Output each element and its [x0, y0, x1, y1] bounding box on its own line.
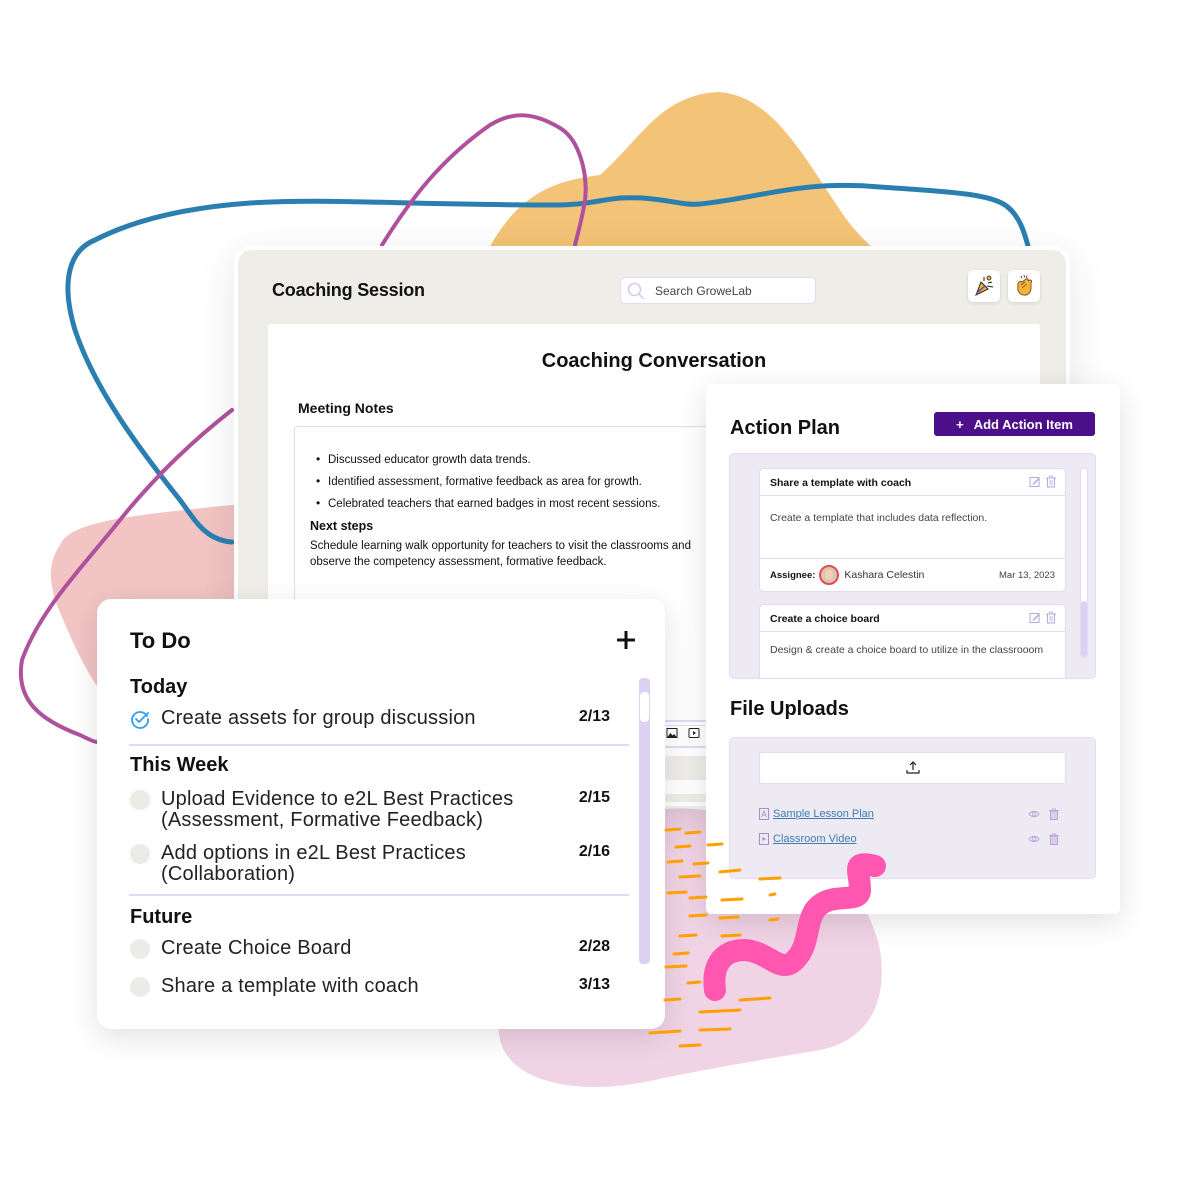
- checkbox[interactable]: [130, 977, 150, 997]
- conversation-title: Coaching Conversation: [541, 350, 767, 372]
- delete-icon[interactable]: [1048, 833, 1060, 845]
- todo-scrollbar[interactable]: [639, 678, 650, 964]
- session-title: Coaching Session: [272, 280, 425, 300]
- add-action-item-button[interactable]: + Add Action Item: [934, 412, 1095, 436]
- add-todo-button[interactable]: [611, 626, 641, 656]
- checkbox[interactable]: [130, 939, 150, 959]
- search-icon: [627, 282, 645, 299]
- notes-list: Discussed educator growth data trends. I…: [313, 448, 660, 515]
- section-today: Today: [130, 676, 188, 698]
- todo-item[interactable]: Add options in e2L Best Practices (Colla…: [130, 843, 610, 885]
- delete-icon[interactable]: [1045, 611, 1057, 624]
- todo-text: Share a template with coach: [161, 975, 419, 997]
- section-future: Future: [130, 906, 193, 928]
- note-item: Identified assessment, formative feedbac…: [313, 470, 660, 493]
- avatar: [819, 565, 840, 585]
- action-item-card[interactable]: Share a template with coach Create a tem…: [759, 468, 1066, 592]
- scrollbar-thumb[interactable]: [640, 692, 649, 722]
- todo-text: Create Choice Board: [161, 937, 352, 959]
- todo-item[interactable]: Create assets for group discussion 2/13: [130, 708, 610, 729]
- delete-icon[interactable]: [1048, 808, 1060, 820]
- clapping-hands-icon: [1017, 274, 1033, 296]
- scrollbar-thumb[interactable]: [1081, 600, 1087, 657]
- applause-button[interactable]: [1008, 270, 1040, 302]
- plus-icon: [617, 630, 635, 649]
- celebrate-button[interactable]: [968, 270, 1000, 302]
- action-items-list: Share a template with coach Create a tem…: [729, 453, 1096, 679]
- video-file-icon: [759, 833, 769, 845]
- assignee-label: Assignee:: [770, 569, 816, 581]
- view-icon[interactable]: [1028, 833, 1040, 845]
- action-plan-panel: Action Plan + Add Action Item Share a te…: [706, 384, 1120, 914]
- next-steps-label: Next steps: [310, 519, 374, 533]
- edit-icon[interactable]: [1029, 611, 1041, 624]
- edit-icon[interactable]: [1029, 475, 1041, 488]
- action-item-card[interactable]: Create a choice board Design & create a …: [759, 604, 1066, 678]
- add-action-item-label: Add Action Item: [973, 416, 1073, 432]
- upload-icon: [905, 761, 920, 774]
- meeting-notes-label: Meeting Notes: [298, 400, 394, 416]
- check-circle-icon: [131, 711, 149, 729]
- todo-item[interactable]: Create Choice Board 2/28: [130, 938, 610, 959]
- note-item: Discussed educator growth data trends.: [313, 448, 660, 471]
- todo-text: Upload Evidence to e2L Best Practices (A…: [161, 788, 514, 831]
- action-list-scrollbar[interactable]: [1080, 468, 1088, 658]
- section-divider: [129, 894, 629, 896]
- action-item-description: Design & create a choice board to utiliz…: [770, 644, 1044, 656]
- todo-date: 3/13: [578, 976, 610, 993]
- section-divider: [129, 744, 629, 746]
- search-placeholder: Search GroweLab: [655, 283, 752, 298]
- insert-video-icon[interactable]: [688, 727, 700, 739]
- todo-title: To Do: [130, 628, 191, 653]
- pdf-file-icon: [759, 808, 769, 820]
- file-row: Classroom Video: [759, 831, 1066, 847]
- todo-text: Create assets for group discussion: [161, 707, 476, 729]
- file-link[interactable]: Classroom Video: [773, 833, 857, 845]
- upload-dropzone[interactable]: [759, 752, 1066, 784]
- due-date: Mar 13, 2023: [999, 569, 1055, 581]
- delete-icon[interactable]: [1045, 475, 1057, 488]
- note-item: Celebrated teachers that earned badges i…: [313, 492, 660, 515]
- file-uploads-title: File Uploads: [730, 698, 849, 720]
- todo-text: Add options in e2L Best Practices (Colla…: [161, 842, 466, 885]
- todo-date: 2/15: [578, 789, 610, 806]
- todo-item[interactable]: Share a template with coach 3/13: [130, 976, 610, 997]
- action-item-title: Share a template with coach: [770, 477, 912, 489]
- file-link[interactable]: Sample Lesson Plan: [773, 808, 874, 820]
- todo-date: 2/13: [578, 708, 610, 725]
- view-icon[interactable]: [1028, 808, 1040, 820]
- assignee-name: Kashara Celestin: [844, 569, 925, 581]
- search-input[interactable]: Search GroweLab: [620, 277, 816, 304]
- next-steps-text: Schedule learning walk opportunity for t…: [310, 540, 691, 568]
- todo-item[interactable]: Upload Evidence to e2L Best Practices (A…: [130, 789, 610, 831]
- insert-image-icon[interactable]: [666, 727, 678, 739]
- todo-date: 2/28: [578, 938, 610, 955]
- action-plan-title: Action Plan: [730, 417, 841, 439]
- file-row: Sample Lesson Plan: [759, 806, 1066, 822]
- checkbox-checked[interactable]: [130, 709, 150, 729]
- action-item-description: Create a template that includes data ref…: [770, 512, 988, 524]
- plus-icon: +: [956, 416, 964, 432]
- todo-panel: To Do Today Create assets for group disc…: [97, 599, 665, 1029]
- todo-date: 2/16: [578, 843, 610, 860]
- section-this-week: This Week: [130, 754, 229, 776]
- party-popper-icon: [975, 275, 994, 297]
- checkbox[interactable]: [130, 844, 150, 864]
- checkbox[interactable]: [130, 790, 150, 810]
- action-item-title: Create a choice board: [770, 613, 880, 625]
- file-uploads-box: Sample Lesson Plan Classroom Video: [729, 737, 1096, 879]
